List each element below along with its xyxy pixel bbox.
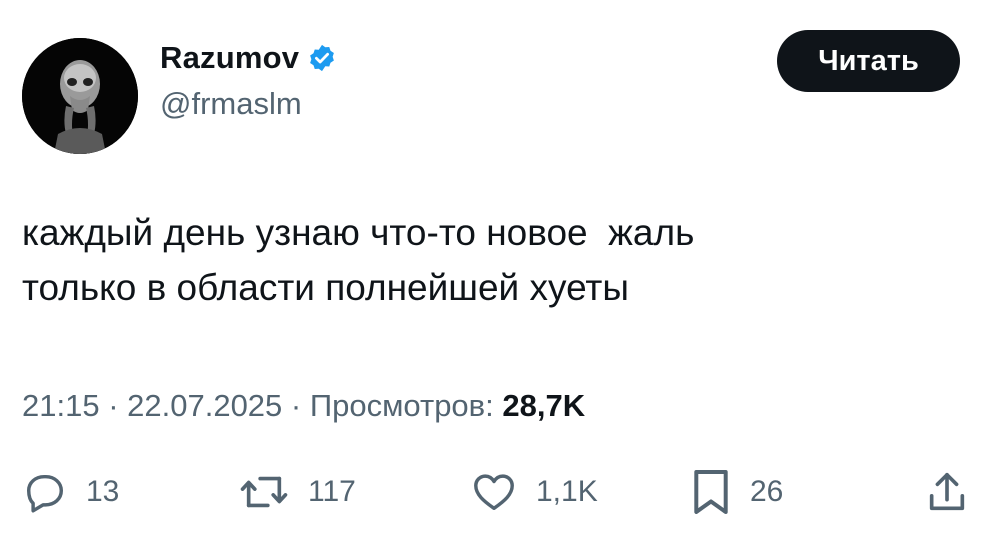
tweet-text-line: каждый день узнаю что-то новое жаль bbox=[22, 212, 695, 253]
bookmark-count: 26 bbox=[750, 475, 784, 508]
tweet-date[interactable]: 22.07.2025 bbox=[127, 388, 282, 424]
bookmark-button[interactable]: 26 bbox=[690, 462, 783, 522]
author-handle[interactable]: @frmaslm bbox=[160, 86, 302, 122]
share-icon bbox=[929, 472, 965, 511]
author-name[interactable]: Razumov bbox=[160, 40, 299, 76]
views-count[interactable]: 28,7K bbox=[502, 388, 585, 424]
tweet-time[interactable]: 21:15 bbox=[22, 388, 100, 424]
bookmark-icon bbox=[694, 470, 728, 514]
meta-separator: · bbox=[99, 388, 128, 423]
like-count: 1,1K bbox=[536, 475, 598, 508]
repost-icon bbox=[240, 476, 288, 508]
action-bar: 13 117 1,1K 26 bbox=[0, 462, 1000, 522]
like-button[interactable]: 1,1K bbox=[470, 462, 598, 522]
share-button[interactable] bbox=[924, 462, 970, 522]
author-name-row: Razumov bbox=[160, 40, 337, 76]
repost-button[interactable]: 117 bbox=[238, 462, 356, 522]
avatar-image bbox=[22, 38, 138, 154]
avatar[interactable] bbox=[22, 38, 138, 154]
follow-button[interactable]: Читать bbox=[777, 30, 960, 92]
reply-count: 13 bbox=[86, 475, 120, 508]
meta-separator: · bbox=[282, 388, 310, 423]
tweet-text: каждый день узнаю что-то новое жаль толь… bbox=[22, 205, 942, 315]
heart-icon bbox=[474, 474, 514, 511]
verified-badge-icon bbox=[307, 43, 337, 73]
reply-icon bbox=[26, 474, 64, 513]
tweet-meta: 21:15 · 22.07.2025 · Просмотров: 28,7K bbox=[22, 388, 585, 424]
views-label: Просмотров: bbox=[309, 388, 503, 423]
repost-count: 117 bbox=[308, 475, 356, 508]
tweet-text-line: только в области полнейшей хуеты bbox=[22, 267, 629, 308]
reply-button[interactable]: 13 bbox=[22, 462, 119, 522]
